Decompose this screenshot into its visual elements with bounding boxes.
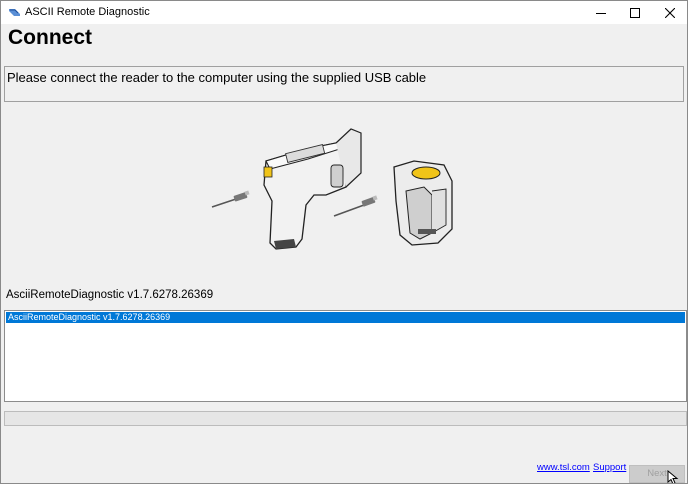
- support-link[interactable]: Support: [593, 462, 626, 474]
- handheld-reader-icon: [263, 128, 362, 250]
- usb-cable-right-icon: [333, 195, 378, 217]
- version-label: AsciiRemoteDiagnostic v1.7.6278.26369: [6, 289, 214, 301]
- minimize-button[interactable]: [584, 1, 618, 24]
- maximize-button[interactable]: [618, 1, 652, 24]
- minimize-icon: [596, 12, 606, 14]
- title-bar[interactable]: ASCII Remote Diagnostic: [1, 1, 687, 24]
- tsl-website-link[interactable]: www.tsl.com: [537, 462, 590, 474]
- mouse-cursor-icon: [667, 470, 679, 483]
- app-window: ASCII Remote Diagnostic Connect Please c…: [0, 0, 688, 484]
- usb-reader-illustration: [211, 128, 453, 250]
- close-icon: [665, 7, 675, 18]
- maximize-icon: [630, 7, 640, 18]
- list-item[interactable]: AsciiRemoteDiagnostic v1.7.6278.26369: [6, 312, 685, 323]
- wearable-reader-icon: [393, 160, 453, 246]
- instruction-text: Please connect the reader to the compute…: [7, 70, 427, 85]
- window-title: ASCII Remote Diagnostic: [25, 6, 150, 18]
- close-button[interactable]: [653, 1, 687, 24]
- usb-cable-left-icon: [211, 190, 250, 208]
- instruction-panel: Please connect the reader to the compute…: [4, 66, 684, 102]
- app-icon: [9, 9, 20, 16]
- page-title: Connect: [8, 26, 92, 49]
- log-listbox[interactable]: AsciiRemoteDiagnostic v1.7.6278.26369: [4, 310, 687, 402]
- progress-bar: [4, 411, 687, 426]
